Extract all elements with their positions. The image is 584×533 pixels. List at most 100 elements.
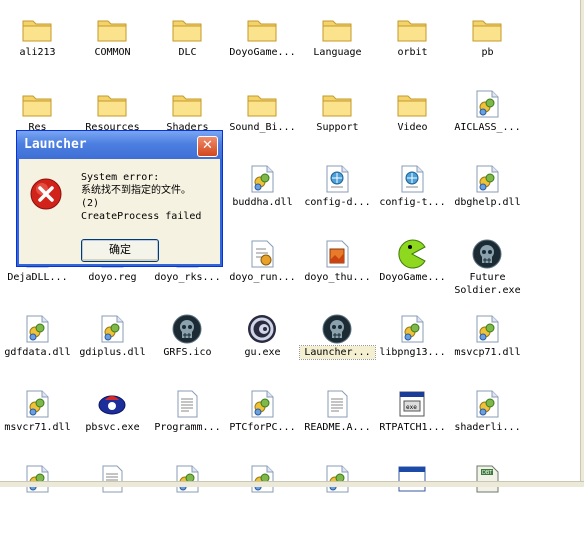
pacman-icon	[398, 239, 426, 269]
file-item[interactable]: config-d...	[300, 158, 375, 233]
dll-icon	[476, 90, 499, 118]
file-item[interactable]: GRFS.ico	[150, 308, 225, 383]
file-item-label: COMMON	[94, 47, 131, 58]
file-item[interactable]	[75, 458, 150, 533]
file-item-label: gdiplus.dll	[79, 347, 146, 358]
file-item[interactable]: Future Soldier.exe	[450, 233, 525, 308]
file-item-label: config-d...	[304, 197, 371, 208]
config-icon	[401, 165, 424, 193]
file-item[interactable]	[225, 458, 300, 533]
file-item-label: libpng13...	[379, 347, 446, 358]
file-item-label: DLC	[178, 47, 197, 58]
file-item[interactable]: ali213	[0, 8, 75, 83]
file-item-label: config-t...	[379, 197, 446, 208]
file-item[interactable]: exe RTPATCH1...	[375, 383, 450, 458]
file-item[interactable]: DLC	[150, 8, 225, 83]
file-item[interactable]: DBT	[450, 458, 525, 533]
file-item[interactable]	[150, 458, 225, 533]
file-item[interactable]: Programm...	[150, 383, 225, 458]
file-item[interactable]: msvcr71.dll	[0, 383, 75, 458]
file-item-label: AICLASS_...	[454, 122, 521, 133]
folder-icon	[397, 95, 427, 117]
file-item-label: msvcr71.dll	[4, 422, 71, 433]
file-item-label: Programm...	[154, 422, 221, 433]
file-item-label: GRFS.ico	[163, 347, 212, 358]
window-right-edge	[580, 0, 584, 487]
file-item[interactable]: README.A...	[300, 383, 375, 458]
file-item[interactable]: pbsvc.exe	[75, 383, 150, 458]
file-item[interactable]: gu.exe	[225, 308, 300, 383]
file-item-label: RTPATCH1...	[379, 422, 446, 433]
window-bottom-edge	[0, 481, 584, 487]
folder-icon	[97, 95, 127, 117]
dll-icon	[476, 390, 499, 418]
folder-icon	[172, 95, 202, 117]
folder-icon	[22, 95, 52, 117]
error-message: System error: 系统找不到指定的文件。 (2) CreateProc…	[81, 172, 202, 222]
file-item[interactable]: AICLASS_...	[450, 83, 525, 158]
folder-icon	[22, 20, 52, 42]
file-item[interactable]: Sound_Bi...	[225, 83, 300, 158]
file-item-label: DoyoGame...	[229, 47, 296, 58]
folder-icon	[322, 95, 352, 117]
folder-icon	[172, 20, 202, 42]
file-item[interactable]: Launcher...	[299, 308, 376, 383]
file-item[interactable]: Language	[300, 8, 375, 83]
file-item-label: orbit	[397, 47, 428, 58]
file-item[interactable]: msvcp71.dll	[450, 308, 525, 383]
file-item[interactable]: config-t...	[375, 158, 450, 233]
file-item-label: Sound_Bi...	[229, 122, 296, 133]
folder-icon	[97, 20, 127, 42]
file-item[interactable]: buddha.dll	[225, 158, 300, 233]
installer-icon: exe	[399, 391, 425, 417]
file-item[interactable]: gdfdata.dll	[0, 308, 75, 383]
ubisoft-icon	[248, 315, 276, 343]
file-item[interactable]	[300, 458, 375, 533]
script-icon	[251, 240, 274, 268]
svg-text:DBT: DBT	[482, 470, 493, 476]
file-item[interactable]: Video	[375, 83, 450, 158]
dll-icon	[251, 165, 274, 193]
file-item-label: doyo.reg	[88, 272, 137, 283]
dialog-title: Launcher	[24, 137, 87, 152]
dll-icon	[176, 465, 199, 493]
file-item-label: Launcher...	[299, 345, 376, 360]
file-item-label: README.A...	[304, 422, 371, 433]
file-item-label: DejaDLL...	[7, 272, 68, 283]
file-item[interactable]: doyo_thu...	[300, 233, 375, 308]
dll-icon	[101, 315, 124, 343]
file-item[interactable]: PTCforPC...	[225, 383, 300, 458]
file-item[interactable]: shaderli...	[450, 383, 525, 458]
file-item[interactable]	[0, 458, 75, 533]
file-item[interactable]: pb	[450, 8, 525, 83]
file-item-label: DoyoGame...	[379, 272, 446, 283]
pb-icon	[98, 395, 126, 415]
dll-icon	[251, 465, 274, 493]
file-item[interactable]	[375, 458, 450, 533]
file-item[interactable]: Support	[300, 83, 375, 158]
file-item[interactable]: DoyoGame...	[225, 8, 300, 83]
ok-button[interactable]: 确定	[81, 239, 159, 262]
file-item[interactable]: DoyoGame...	[375, 233, 450, 308]
file-item-label: Video	[397, 122, 428, 133]
file-item-label: gu.exe	[244, 347, 281, 358]
dll-icon	[251, 390, 274, 418]
skull-icon	[472, 239, 502, 269]
dll-icon	[401, 315, 424, 343]
file-item[interactable]: libpng13...	[375, 308, 450, 383]
file-item-label: buddha.dll	[232, 197, 293, 208]
file-item[interactable]: gdiplus.dll	[75, 308, 150, 383]
file-item[interactable]: doyo_run...	[225, 233, 300, 308]
file-item-label: msvcp71.dll	[454, 347, 521, 358]
file-item[interactable]: dbghelp.dll	[450, 158, 525, 233]
file-item[interactable]: orbit	[375, 8, 450, 83]
dll-icon	[476, 165, 499, 193]
dialog-title-bar[interactable]: Launcher ✕	[17, 131, 222, 159]
skull-icon	[322, 314, 352, 344]
image-icon	[326, 240, 349, 268]
file-item[interactable]: COMMON	[75, 8, 150, 83]
dll-icon	[26, 390, 49, 418]
folder-icon	[247, 95, 277, 117]
close-button[interactable]: ✕	[197, 136, 218, 157]
dll-icon	[26, 315, 49, 343]
